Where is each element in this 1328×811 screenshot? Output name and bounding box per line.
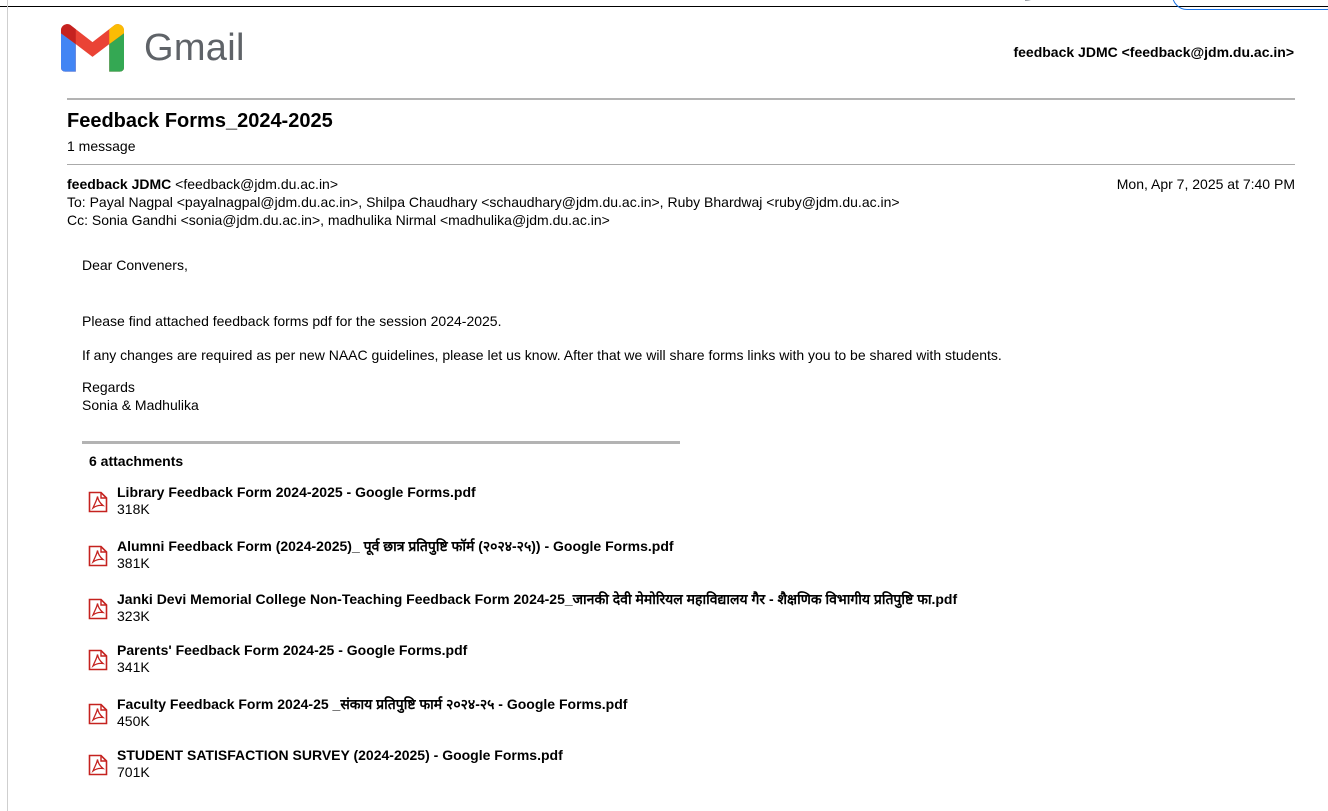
attachment-name[interactable]: Janki Devi Memorial College Non-Teaching… xyxy=(117,591,957,608)
message-date: Mon, Apr 7, 2025 at 7:40 PM xyxy=(1116,176,1295,192)
signature: Sonia & Madhulika xyxy=(82,397,199,413)
pdf-file-icon xyxy=(88,545,108,567)
pdf-file-icon xyxy=(88,703,108,725)
attachment-name[interactable]: Alumni Feedback Form (2024-2025)_ पूर्व … xyxy=(117,538,674,555)
gmail-logo-icon xyxy=(61,24,124,72)
attachment-size: 341K xyxy=(117,659,150,675)
attachment-size: 323K xyxy=(117,608,150,624)
cc-recipients: Cc: Sonia Gandhi <sonia@jdm.du.ac.in>, m… xyxy=(67,212,610,228)
header-divider xyxy=(67,98,1295,100)
body-paragraph-2: If any changes are required as per new N… xyxy=(82,347,1002,363)
pdf-file-icon xyxy=(88,491,108,513)
sender-email: <feedback@jdm.du.ac.in> xyxy=(175,176,339,192)
greeting: Dear Conveners, xyxy=(82,257,188,273)
sender-line: feedback JDMC <feedback@jdm.du.ac.in> xyxy=(67,175,1295,193)
thread-divider xyxy=(67,164,1295,165)
gmail-wordmark: Gmail xyxy=(144,26,245,69)
attachment-size: 701K xyxy=(117,764,150,780)
attachments-divider xyxy=(82,441,680,444)
to-recipients: To: Payal Nagpal <payalnagpal@jdm.du.ac.… xyxy=(67,194,900,210)
attachment-size: 318K xyxy=(117,501,150,517)
top-right-button-edge xyxy=(1172,0,1328,10)
message-header: feedback JDMC <feedback@jdm.du.ac.in> Mo… xyxy=(67,175,1295,229)
attachment-item[interactable]: Parents' Feedback Form 2024-25 - Google … xyxy=(88,642,467,675)
attachment-size: 450K xyxy=(117,713,150,729)
top-border xyxy=(0,6,1328,7)
account-label: feedback JDMC <feedback@jdm.du.ac.in> xyxy=(1013,44,1294,60)
gmail-logo[interactable]: Gmail xyxy=(61,24,245,72)
attachment-name[interactable]: STUDENT SATISFACTION SURVEY (2024-2025) … xyxy=(117,747,563,764)
attachment-name[interactable]: Parents' Feedback Form 2024-25 - Google … xyxy=(117,642,467,659)
closing: Regards xyxy=(82,379,135,395)
attachment-item[interactable]: Faculty Feedback Form 2024-25 _संकाय प्र… xyxy=(88,696,627,729)
message-body: Dear Conveners, Please find attached fee… xyxy=(82,256,1282,414)
attachment-item[interactable]: Alumni Feedback Form (2024-2025)_ पूर्व … xyxy=(88,538,674,571)
left-border xyxy=(7,0,8,811)
attachment-name[interactable]: Faculty Feedback Form 2024-25 _संकाय प्र… xyxy=(117,696,627,713)
attachment-name[interactable]: Library Feedback Form 2024-2025 - Google… xyxy=(117,484,476,501)
pdf-file-icon xyxy=(88,754,108,776)
thread-subject: Feedback Forms_2024-2025 xyxy=(67,110,333,132)
body-paragraph-1: Please find attached feedback forms pdf … xyxy=(82,313,502,329)
message-count: 1 message xyxy=(67,138,136,154)
attachments-title: 6 attachments xyxy=(89,453,184,469)
attachment-item[interactable]: Janki Devi Memorial College Non-Teaching… xyxy=(88,591,957,624)
search-bar-edge xyxy=(1025,0,1038,1)
pdf-file-icon xyxy=(88,598,108,620)
attachment-item[interactable]: Library Feedback Form 2024-2025 - Google… xyxy=(88,484,476,517)
pdf-file-icon xyxy=(88,649,108,671)
attachment-item[interactable]: STUDENT SATISFACTION SURVEY (2024-2025) … xyxy=(88,747,563,780)
sender-name: feedback JDMC xyxy=(67,176,172,192)
attachment-size: 381K xyxy=(117,555,150,571)
